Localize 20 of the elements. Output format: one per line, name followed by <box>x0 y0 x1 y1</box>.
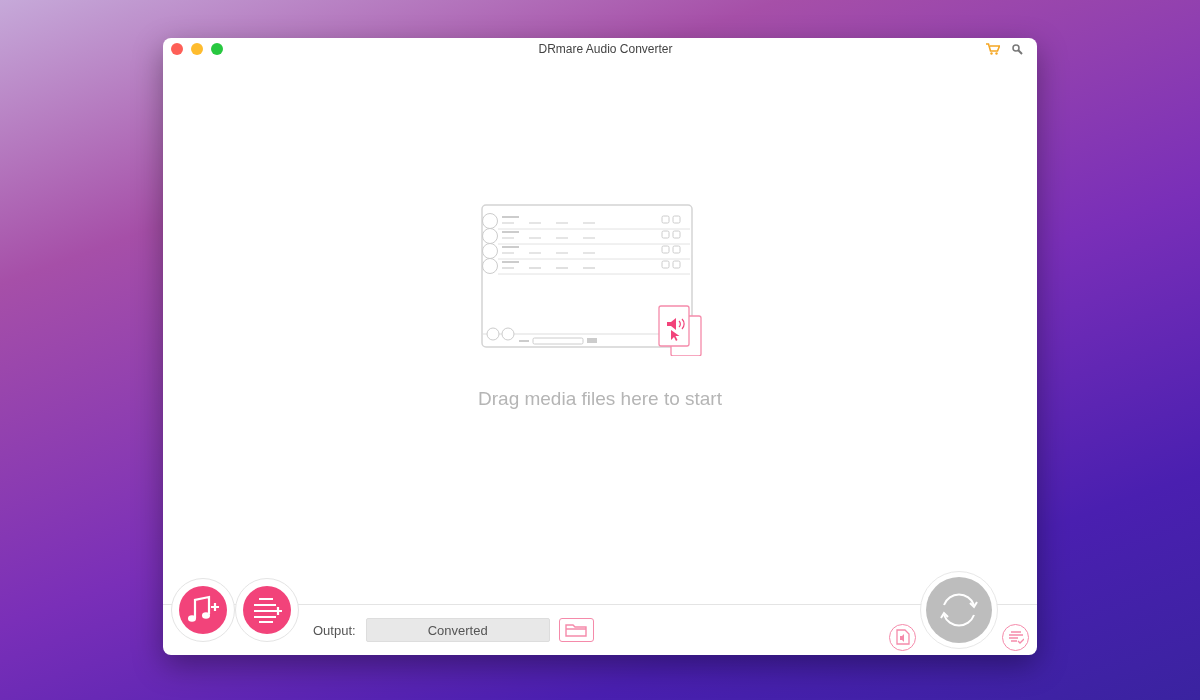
cart-icon[interactable] <box>986 43 1000 55</box>
list-icon <box>1007 630 1024 644</box>
minimize-button[interactable] <box>191 43 203 55</box>
search-icon[interactable] <box>1012 43 1023 55</box>
folder-icon <box>565 623 588 637</box>
task-list-button[interactable] <box>1002 623 1029 651</box>
list-plus-icon <box>251 596 283 624</box>
output-field[interactable]: Converted <box>365 618 550 642</box>
folder-button[interactable] <box>558 618 594 642</box>
zoom-button[interactable] <box>211 43 223 55</box>
drop-hint: Drag media files here to start <box>478 388 722 410</box>
output-label: Output: <box>313 622 356 638</box>
close-button[interactable] <box>171 43 183 55</box>
audio-file-icon <box>895 629 910 645</box>
audio-file-button[interactable] <box>889 623 916 651</box>
music-note-plus-icon <box>186 595 220 625</box>
add-list-button[interactable] <box>243 586 291 634</box>
window-title: DRmare Audio Converter <box>537 42 674 56</box>
add-music-button[interactable] <box>179 586 227 634</box>
convert-button[interactable] <box>926 577 992 643</box>
